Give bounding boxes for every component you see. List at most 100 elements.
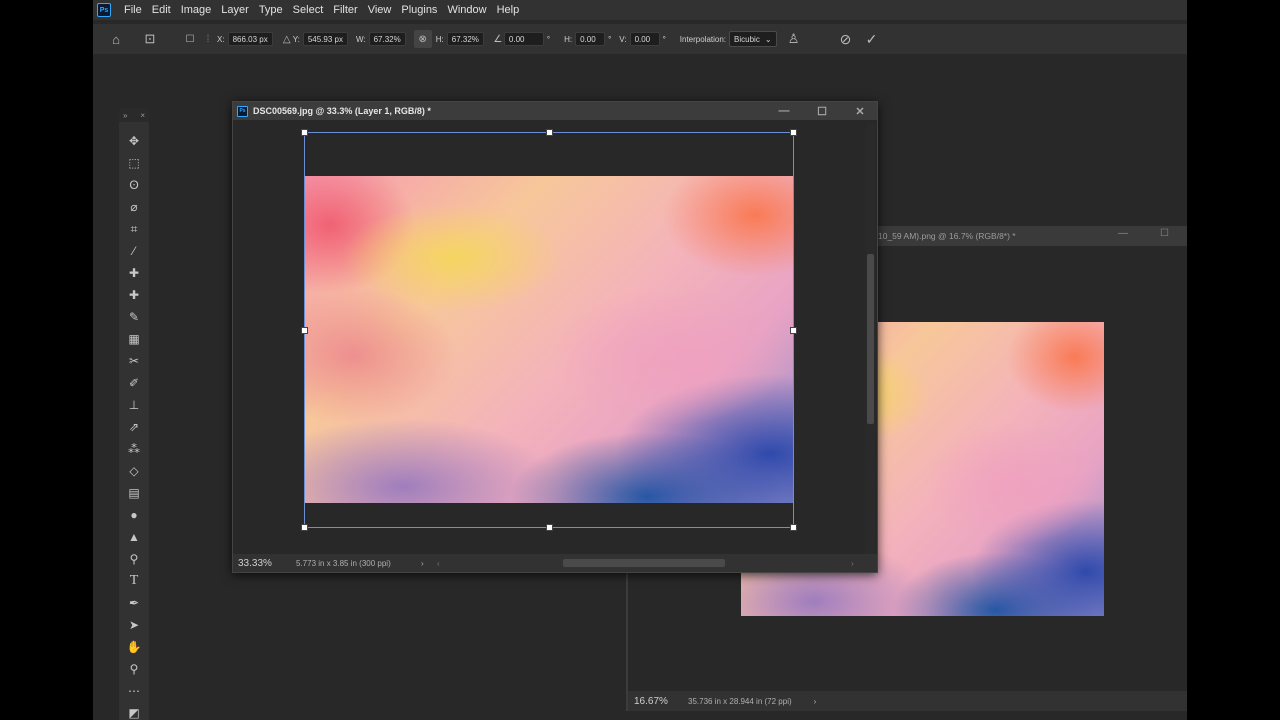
photoshop-window: Ps File Edit Image Layer Type Select Fil… bbox=[93, 0, 1187, 720]
hskew-field[interactable]: 0.00 bbox=[575, 32, 606, 46]
dodge-tool-icon[interactable]: ⚲ bbox=[119, 548, 149, 570]
interpolation-select[interactable]: Bicubic ⌄ bbox=[729, 31, 777, 47]
history-brush-tool-icon[interactable]: ⇗ bbox=[119, 416, 149, 438]
y-label: Y: bbox=[292, 34, 300, 44]
doc1-document-info: 5.773 in x 3.85 in (300 ppi) bbox=[296, 558, 391, 568]
x-field[interactable]: 866.03 px bbox=[227, 32, 273, 46]
doc2-zoom-level[interactable]: 16.67% bbox=[634, 696, 688, 707]
content-aware-tool-icon[interactable]: ▦ bbox=[119, 328, 149, 350]
home-icon[interactable]: ⌂ bbox=[107, 30, 125, 48]
doc1-zoom-level[interactable]: 33.33% bbox=[238, 558, 296, 569]
commit-transform-icon[interactable]: ✓ bbox=[863, 30, 881, 48]
menu-type[interactable]: Type bbox=[254, 4, 288, 16]
y-field[interactable]: 545.93 px bbox=[302, 32, 348, 46]
doc2-info-menu-icon[interactable]: › bbox=[814, 697, 817, 706]
doc1-close-icon[interactable]: ✕ bbox=[852, 103, 868, 119]
menu-select[interactable]: Select bbox=[288, 4, 329, 16]
angle-degree-symbol: ° bbox=[546, 34, 551, 44]
doc1-info-menu-icon[interactable]: › bbox=[421, 559, 424, 568]
spot-healing-tool-icon[interactable]: ✚ bbox=[119, 262, 149, 284]
photoshop-logo: Ps bbox=[97, 3, 111, 17]
move-tool-icon[interactable]: ✥ bbox=[119, 130, 149, 152]
relative-position-icon[interactable]: △ bbox=[281, 30, 293, 48]
doc1-title: DSC00569.jpg @ 33.3% (Layer 1, RGB/8) * bbox=[253, 106, 431, 116]
warp-icon[interactable]: ♙ bbox=[785, 30, 803, 48]
doc2-status-bar: 16.67% 35.736 in x 28.944 in (72 ppi) › bbox=[628, 691, 1187, 711]
menu-plugins[interactable]: Plugins bbox=[396, 4, 442, 16]
doc1-scroll-right-icon[interactable]: › bbox=[851, 559, 854, 568]
menu-file[interactable]: File bbox=[119, 4, 147, 16]
transform-handle-top-right[interactable] bbox=[790, 129, 797, 136]
h-field[interactable]: 67.32% bbox=[446, 32, 484, 46]
menu-view[interactable]: View bbox=[363, 4, 397, 16]
transform-handle-bottom-left[interactable] bbox=[301, 524, 308, 531]
doc1-vertical-scroll-thumb[interactable] bbox=[867, 254, 874, 424]
color-swatches-icon[interactable]: ◩ bbox=[119, 702, 149, 720]
doc1-horizontal-scrollbar[interactable] bbox=[433, 559, 853, 567]
reference-checkbox[interactable]: ☐ bbox=[181, 30, 199, 48]
collapse-icon[interactable]: » bbox=[123, 111, 127, 120]
reference-point-icon[interactable]: ⊡ bbox=[141, 30, 159, 48]
transform-handle-left[interactable] bbox=[301, 327, 308, 334]
menu-image[interactable]: Image bbox=[176, 4, 217, 16]
type-tool-icon[interactable]: T bbox=[119, 570, 149, 592]
menu-help[interactable]: Help bbox=[492, 4, 525, 16]
hand-tool-icon[interactable]: ✋ bbox=[119, 636, 149, 658]
vskew-label: V: bbox=[619, 34, 627, 44]
more-tools-icon[interactable]: ⋯ bbox=[119, 680, 149, 702]
link-icon[interactable]: ⊗ bbox=[413, 30, 432, 48]
document-window-active[interactable]: Ps DSC00569.jpg @ 33.3% (Layer 1, RGB/8)… bbox=[232, 101, 878, 573]
x-label: X: bbox=[217, 34, 225, 44]
transform-handle-top[interactable] bbox=[546, 129, 553, 136]
doc1-maximize-icon[interactable]: ☐ bbox=[814, 103, 830, 119]
eraser-tool-icon[interactable]: ◇ bbox=[119, 460, 149, 482]
blur-tool-icon[interactable]: ● bbox=[119, 504, 149, 526]
brush-tool-icon[interactable]: ✐ bbox=[119, 372, 149, 394]
doc1-status-bar: 33.33% 5.773 in x 3.85 in (300 ppi) › ‹ … bbox=[233, 554, 877, 572]
path-select-tool-icon[interactable]: ➤ bbox=[119, 614, 149, 636]
transform-handle-bottom[interactable] bbox=[546, 524, 553, 531]
sharpen-tool-icon[interactable]: ▲ bbox=[119, 526, 149, 548]
zoom-tool-icon[interactable]: ⚲ bbox=[119, 658, 149, 680]
reference-grid-icon: ⁞ bbox=[206, 33, 210, 45]
w-label: W: bbox=[355, 34, 366, 44]
doc2-maximize-icon[interactable]: ☐ bbox=[1160, 228, 1169, 239]
transform-handle-right[interactable] bbox=[790, 327, 797, 334]
tools-panel: » × ✥ ⬚ ʘ ⌀ ⌗ ⁄ ✚ ✚ ✎ ▦ ✂ ✐ ⊥ ⇗ ⁂ ◇ ▤ ● … bbox=[119, 108, 149, 720]
interpolation-value: Bicubic bbox=[734, 34, 760, 44]
eyedropper-tool-icon[interactable]: ⁄ bbox=[119, 240, 149, 262]
w-field[interactable]: 67.32% bbox=[368, 32, 406, 46]
doc1-title-bar[interactable]: Ps DSC00569.jpg @ 33.3% (Layer 1, RGB/8)… bbox=[233, 102, 877, 120]
doc2-minimize-icon[interactable]: — bbox=[1118, 228, 1128, 239]
doc1-ps-icon: Ps bbox=[237, 105, 248, 117]
crop-tool-icon[interactable]: ⌗ bbox=[119, 218, 149, 240]
menu-window[interactable]: Window bbox=[442, 4, 491, 16]
h-label: H: bbox=[435, 34, 444, 44]
quick-select-tool-icon[interactable]: ⌀ bbox=[119, 196, 149, 218]
menu-layer[interactable]: Layer bbox=[216, 4, 254, 16]
red-eye-tool-icon[interactable]: ✂ bbox=[119, 350, 149, 372]
doc1-horizontal-scroll-thumb[interactable] bbox=[563, 559, 725, 567]
pen-tool-icon[interactable]: ✒ bbox=[119, 592, 149, 614]
marquee-tool-icon[interactable]: ⬚ bbox=[119, 152, 149, 174]
menu-bar: Ps File Edit Image Layer Type Select Fil… bbox=[93, 0, 1187, 20]
patch-tool-icon[interactable]: ✎ bbox=[119, 306, 149, 328]
cancel-transform-icon[interactable]: ⊘ bbox=[837, 30, 855, 48]
free-transform-bounding-box[interactable] bbox=[301, 129, 797, 531]
close-icon[interactable]: × bbox=[140, 111, 145, 120]
transform-handle-top-left[interactable] bbox=[301, 129, 308, 136]
options-bar: ⌂ ⊡ ☐ ⁞ X: 866.03 px △ Y: 545.93 px W: 6… bbox=[93, 24, 1187, 54]
menu-edit[interactable]: Edit bbox=[147, 4, 176, 16]
angle-field[interactable]: 0.00 bbox=[503, 32, 544, 46]
doc1-minimize-icon[interactable]: — bbox=[776, 103, 792, 119]
transform-handle-bottom-right[interactable] bbox=[790, 524, 797, 531]
lasso-tool-icon[interactable]: ʘ bbox=[119, 174, 149, 196]
pattern-tool-icon[interactable]: ⁂ bbox=[119, 438, 149, 460]
hskew-degree-symbol: ° bbox=[608, 34, 612, 44]
menu-filter[interactable]: Filter bbox=[328, 4, 362, 16]
doc1-vertical-scrollbar[interactable] bbox=[866, 124, 875, 554]
clone-stamp-tool-icon[interactable]: ⊥ bbox=[119, 394, 149, 416]
healing-brush-tool-icon[interactable]: ✚ bbox=[119, 284, 149, 306]
vskew-field[interactable]: 0.00 bbox=[629, 32, 660, 46]
gradient-tool-icon[interactable]: ▤ bbox=[119, 482, 149, 504]
